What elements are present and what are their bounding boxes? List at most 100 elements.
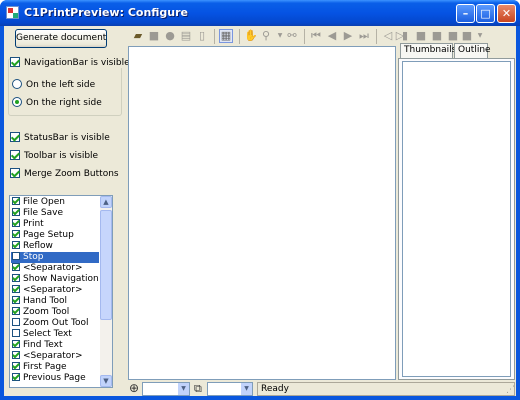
zoom-combo-arrow-icon[interactable]: ▼ [178,383,189,395]
list-item[interactable]: Select Text [11,329,99,340]
navigationbar-visible-checkbox[interactable]: NavigationBar is visible [10,57,133,69]
checkbox-checked-icon[interactable] [12,296,20,304]
checkbox-checked-icon[interactable] [12,241,20,249]
checkbox-checked-icon[interactable] [12,362,20,370]
on-right-side-radio[interactable]: On the right side [12,97,102,109]
preview-toolbar: ▰ ■ ● ▤ ▯ ▦ ✋ ⚲ ▼ ⚯ ⏮ ◀ ▶ ⏭ ◁ ▷ [128,26,408,48]
toolbar-separator [239,29,240,44]
previous-page-icon[interactable]: ◀ [326,30,338,42]
statusbar-visible-checkbox[interactable]: StatusBar is visible [10,132,110,144]
list-item[interactable]: Page Setup [11,230,99,241]
status-text-panel: Ready [257,382,515,396]
next-page-icon[interactable]: ▶ [342,30,354,42]
zoom-tool-icon[interactable]: ⚲ [260,30,272,42]
list-item[interactable]: Hand Tool [11,296,99,307]
list-item-label: Reflow [23,241,53,251]
list-item-label: Print [23,219,44,229]
list-item[interactable]: File Open [11,197,99,208]
checkbox-checked-icon[interactable] [12,351,20,359]
list-vertical-scrollbar[interactable]: ▲ ▼ [100,196,112,387]
checkbox-checked-icon[interactable] [12,285,20,293]
list-item[interactable]: <Separator> [11,351,99,362]
checkbox-checked-icon[interactable] [12,263,20,271]
list-item[interactable]: Previous Page [11,373,99,384]
file-open-icon[interactable]: ▰ [132,30,144,42]
file-save-icon[interactable]: ■ [148,30,160,42]
list-item-selected[interactable]: Stop [11,252,99,263]
checkbox-unchecked-icon[interactable] [12,252,20,260]
merge-zoom-buttons-checkbox[interactable]: Merge Zoom Buttons [10,168,119,180]
checkbox-checked-icon[interactable] [12,197,20,205]
thumbnails-tab-page [398,58,515,380]
generate-document-button[interactable]: Generate document [15,29,107,48]
list-item[interactable]: Find Text [11,340,99,351]
list-item[interactable]: Show Navigation [11,274,99,285]
app-window: C1PrintPreview: Configure – □ ✕ Generate… [0,0,520,400]
checkbox-checked-icon[interactable] [12,340,20,348]
hand-tool-icon[interactable]: ✋ [244,30,258,42]
close-button[interactable]: ✕ [497,4,516,23]
scroll-down-arrow-icon[interactable]: ▼ [100,375,112,387]
scroll-thumb[interactable] [100,210,112,320]
checkbox-unchecked-icon[interactable] [12,329,20,337]
minimize-button[interactable]: – [456,4,475,23]
checkbox-unchecked-icon[interactable] [12,318,20,326]
maximize-button[interactable]: □ [476,4,495,23]
checkbox-checked-icon[interactable] [12,274,20,282]
on-left-side-radio[interactable]: On the left side [12,79,95,91]
thumbnails-view[interactable] [402,61,511,377]
list-item-label: Zoom Tool [23,307,70,317]
checkbox-checked-icon[interactable] [12,230,20,238]
checkbox-checked-icon[interactable] [12,307,20,315]
zoom-combo[interactable]: ▼ [142,382,190,396]
two-pages-icon[interactable]: ■ [431,30,443,42]
list-item-label: <Separator> [23,351,83,361]
on-left-side-label: On the left side [26,80,96,90]
tab-outline[interactable]: Outline [454,43,491,58]
page-combo[interactable]: ▼ [207,382,253,396]
checkbox-checked-icon[interactable] [12,219,20,227]
toolbar-visible-checkbox[interactable]: Toolbar is visible [10,150,98,162]
continuous-icon[interactable]: ■ [415,30,427,42]
list-item[interactable]: Print [11,219,99,230]
find-text-icon[interactable]: ⚯ [286,30,298,42]
title-bar[interactable]: C1PrintPreview: Configure – □ ✕ [0,0,520,26]
view-dropdown-arrow-icon[interactable]: ▼ [474,30,486,42]
checkbox-checked-icon[interactable] [12,373,20,381]
preview-pane[interactable] [128,46,396,380]
list-item-label: Find Text [23,340,63,350]
checkbox-checked-icon[interactable] [12,208,20,216]
list-item[interactable]: Zoom Out Tool [11,318,99,329]
tab-thumbnails-label: Thumbnails [404,45,457,55]
tab-outline-label: Outline [458,45,491,55]
single-page-icon[interactable]: ▮ [399,30,411,42]
tab-thumbnails[interactable]: Thumbnails [400,43,457,58]
page-combo-arrow-icon[interactable]: ▼ [241,383,252,395]
zoom-dropdown-arrow-icon[interactable]: ▼ [274,30,286,42]
last-page-icon[interactable]: ⏭ [358,30,370,42]
view-mode-icon[interactable]: ■ [461,30,473,42]
show-navigation-icon[interactable]: ▦ [219,29,233,43]
list-item[interactable]: Reflow [11,241,99,252]
reflow-icon[interactable]: ▯ [196,30,208,42]
size-grip-icon[interactable]: ⋰ [506,385,515,395]
history-back-icon[interactable]: ◁ [382,30,394,42]
app-icon[interactable] [6,6,19,19]
page-setup-icon[interactable]: ▤ [180,30,192,42]
list-item[interactable]: <Separator> [11,263,99,274]
checkbox-checked-icon [10,132,20,142]
window-title: C1PrintPreview: Configure [24,6,189,19]
list-item[interactable]: File Save [11,208,99,219]
client-area: Generate document NavigationBar is visib… [4,26,516,396]
toolbar-items-listbox[interactable]: File Open File Save Print Page Setup Ref… [9,195,113,388]
list-item[interactable]: <Separator> [11,285,99,296]
list-item[interactable]: Zoom Tool [11,307,99,318]
scroll-up-arrow-icon[interactable]: ▲ [100,196,112,208]
print-icon[interactable]: ● [164,30,176,42]
toolbar-separator [376,29,377,44]
four-pages-icon[interactable]: ■ [447,30,459,42]
radio-selected-icon [12,97,22,107]
list-item[interactable]: First Page [11,362,99,373]
first-page-icon[interactable]: ⏮ [310,30,322,42]
list-item-label: <Separator> [23,263,83,273]
